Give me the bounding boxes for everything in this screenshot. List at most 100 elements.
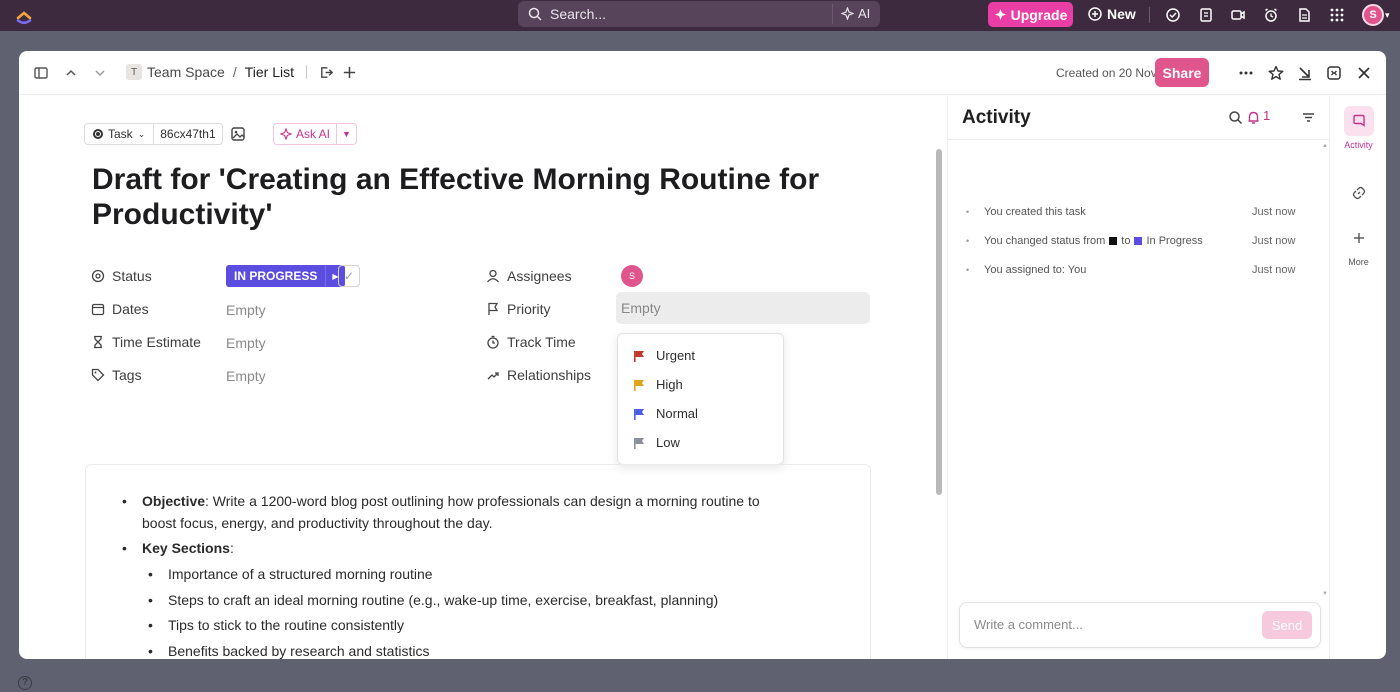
priority-option-normal[interactable]: Normal <box>633 406 698 421</box>
ai-button[interactable]: AI <box>841 6 870 21</box>
task-type-label: Task <box>108 127 133 141</box>
task-title[interactable]: Draft for 'Creating an Effective Morning… <box>92 162 852 232</box>
filter-icon[interactable] <box>1301 110 1316 125</box>
task-type-button[interactable]: Task ⌄ <box>85 124 155 144</box>
priority-option-urgent[interactable]: Urgent <box>633 348 695 363</box>
complete-check-button[interactable]: ✓ <box>338 265 360 287</box>
bullet: • <box>148 617 153 633</box>
breadcrumb-space[interactable]: Team Space <box>147 64 225 80</box>
flag-normal-icon <box>634 408 644 420</box>
dates-value[interactable]: Empty <box>226 302 266 318</box>
breadcrumb-divider <box>306 65 307 79</box>
expand-icon[interactable] <box>1326 65 1342 81</box>
chevron-down-icon[interactable]: ▾ <box>1385 10 1390 21</box>
search-bar[interactable]: Search... AI <box>518 1 880 27</box>
ai-label: AI <box>858 6 871 21</box>
activity-text: In Progress <box>1146 235 1203 247</box>
track-time-field-label: Track Time <box>486 334 576 350</box>
share-button[interactable]: Share <box>1155 58 1209 87</box>
sparkle-icon <box>994 9 1006 20</box>
video-icon[interactable] <box>1230 7 1246 23</box>
list-item: • Steps to craft an ideal morning routin… <box>148 592 718 608</box>
add-icon[interactable] <box>342 65 357 80</box>
notepad-icon[interactable] <box>1198 7 1214 23</box>
search-icon <box>528 7 542 21</box>
scroll-up-arrow[interactable]: ▲ <box>1322 143 1328 149</box>
task-id[interactable]: 86cx47th1 <box>154 127 221 141</box>
alarm-clock-icon[interactable] <box>1263 7 1279 23</box>
activity-text: You changed status from <box>984 235 1106 247</box>
comment-input[interactable] <box>974 617 1234 632</box>
breadcrumb-list[interactable]: Tier List <box>245 64 294 80</box>
chevron-up-icon[interactable] <box>63 65 79 81</box>
flag-low-icon <box>634 437 644 449</box>
flag-icon <box>488 302 499 315</box>
section-item: Steps to craft an ideal morning routine … <box>168 592 719 608</box>
bullet: • <box>966 265 970 275</box>
priority-dropdown: Urgent High Normal Low <box>617 333 784 465</box>
ai-icon <box>841 7 854 20</box>
document-icon[interactable] <box>1296 7 1312 23</box>
bullet: • <box>148 566 153 582</box>
send-button[interactable]: Send <box>1262 611 1312 639</box>
task-type-selector[interactable]: Task ⌄ 86cx47th1 <box>84 123 223 145</box>
list-item: • Importance of a structured morning rou… <box>148 566 433 582</box>
breadcrumb-separator: / <box>232 64 237 80</box>
more-label[interactable]: More <box>1330 257 1386 267</box>
time-estimate-value[interactable]: Empty <box>226 335 266 351</box>
notification-count[interactable]: 1 <box>1263 108 1270 123</box>
apps-grid-icon[interactable] <box>1329 7 1345 23</box>
bullet: • <box>966 207 970 217</box>
user-avatar[interactable]: S <box>1362 4 1384 26</box>
assignee-avatar[interactable]: S <box>621 265 643 287</box>
activity-tab-label[interactable]: Activity <box>1330 140 1386 150</box>
tags-label: Tags <box>112 367 142 383</box>
upgrade-label: Upgrade <box>1010 6 1068 23</box>
priority-label: Priority <box>507 301 551 317</box>
time-estimate-field-label: Time Estimate <box>91 334 201 350</box>
activity-header: Activity 1 <box>948 96 1330 140</box>
task-description[interactable]: • Objective: Write a 1200-word blog post… <box>85 464 871 659</box>
star-icon[interactable] <box>1268 65 1284 81</box>
plus-icon[interactable] <box>1351 230 1367 246</box>
calendar-icon <box>91 303 105 316</box>
assignees-field-label: Assignees <box>486 268 572 284</box>
move-task-icon[interactable] <box>319 65 334 80</box>
link-icon[interactable] <box>1351 185 1367 201</box>
ask-ai-main[interactable]: Ask AI <box>274 124 338 144</box>
side-rail: Activity More <box>1329 96 1386 659</box>
upgrade-button[interactable]: Upgrade <box>988 2 1073 27</box>
image-icon[interactable] <box>230 126 246 142</box>
tags-value[interactable]: Empty <box>226 368 266 384</box>
sidebar-toggle-icon[interactable] <box>33 65 49 81</box>
ask-ai-dropdown-icon[interactable]: ▼ <box>337 129 356 139</box>
chevron-down-icon[interactable] <box>92 65 108 81</box>
stopwatch-icon <box>487 335 499 349</box>
status-badge[interactable]: IN PROGRESS ▶ <box>226 265 345 287</box>
bullet: • <box>122 493 127 509</box>
minimize-icon[interactable] <box>1297 65 1313 81</box>
ask-ai-button[interactable]: Ask AI ▼ <box>273 123 357 145</box>
more-options-icon[interactable] <box>1238 65 1254 81</box>
priority-option-high[interactable]: High <box>633 377 683 392</box>
tag-icon <box>91 368 105 382</box>
priority-option-low[interactable]: Low <box>633 435 680 450</box>
bullet: • <box>148 643 153 659</box>
chevron-down-icon: ⌄ <box>137 128 146 139</box>
scroll-down-arrow[interactable]: ▼ <box>1322 591 1328 597</box>
task-modal: T Team Space / Tier List Created on 20 N… <box>19 51 1386 659</box>
list-item-key-sections: • Key Sections: <box>122 540 234 556</box>
search-icon[interactable] <box>1228 110 1243 125</box>
sections-label: Key Sections <box>142 540 230 556</box>
content-scrollbar[interactable] <box>936 149 942 495</box>
check-circle-icon[interactable] <box>1165 7 1181 23</box>
close-icon[interactable] <box>1356 65 1372 81</box>
help-icon[interactable]: ? <box>18 676 32 690</box>
activity-tab[interactable] <box>1344 106 1374 136</box>
new-button[interactable]: New <box>1088 6 1136 22</box>
bell-icon[interactable] <box>1246 110 1261 125</box>
objective-line: Objective: Write a 1200-word blog post o… <box>142 493 760 509</box>
priority-input[interactable]: Empty <box>616 292 870 324</box>
app-logo-icon[interactable] <box>14 6 34 26</box>
activity-title: Activity <box>962 107 1031 128</box>
